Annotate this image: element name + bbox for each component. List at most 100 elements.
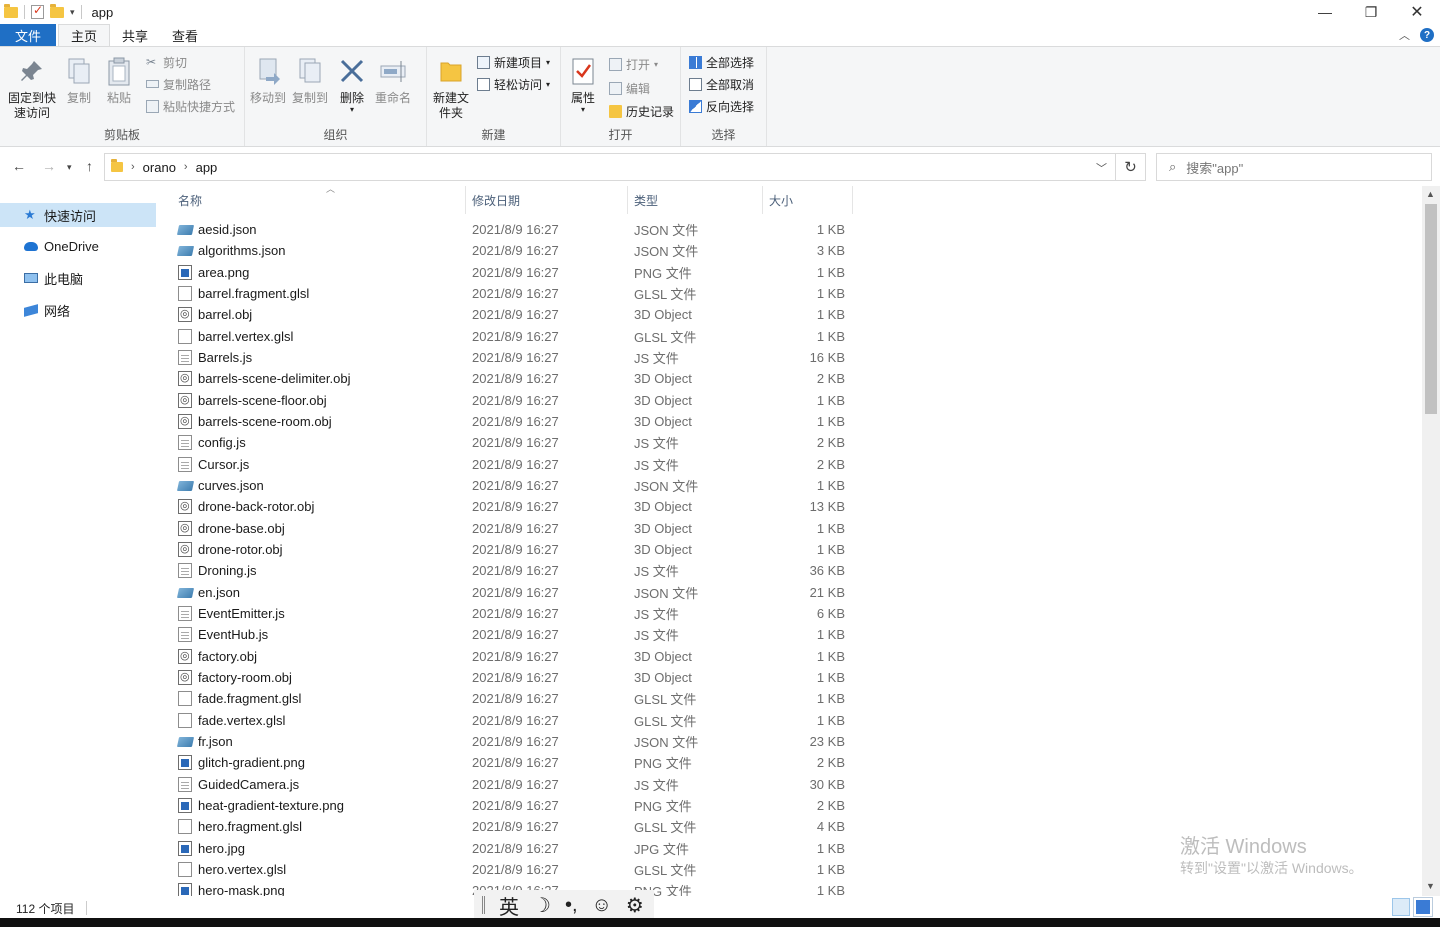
cut-button[interactable]: ✂ 剪切 <box>146 52 187 72</box>
file-row[interactable]: barrel.obj 2021/8/9 16:27 3D Object 1 KB <box>174 304 854 325</box>
forward-arrow-icon[interactable]: → <box>42 158 56 174</box>
file-row[interactable]: drone-rotor.obj 2021/8/9 16:27 3D Object 1 … <box>174 539 854 560</box>
breadcrumb-orano[interactable]: orano <box>143 160 176 175</box>
file-type: GLSL 文件 <box>634 820 697 836</box>
paste-shortcut-button[interactable]: 粘贴快捷方式 <box>146 96 235 116</box>
column-header-name[interactable]: 名称 ︿ <box>172 186 466 214</box>
file-row[interactable]: config.js 2021/8/9 16:27 JS 文件 2 KB <box>174 432 854 453</box>
select-none-button[interactable]: 全部取消 <box>689 74 754 94</box>
file-row[interactable]: fade.vertex.glsl 2021/8/9 16:27 GLSL 文件 1 K… <box>174 710 854 731</box>
ime-settings-icon[interactable]: ⚙ <box>626 893 644 918</box>
file-row[interactable]: Cursor.js 2021/8/9 16:27 JS 文件 2 KB <box>174 454 854 475</box>
file-row[interactable]: area.png 2021/8/9 16:27 PNG 文件 1 KB <box>174 262 854 283</box>
copy-path-button[interactable]: 复制路径 <box>146 74 211 94</box>
file-row[interactable]: hero.jpg 2021/8/9 16:27 JPG 文件 1 KB <box>174 838 854 859</box>
breadcrumb-separator-icon[interactable]: › <box>131 161 135 173</box>
select-none-label: 全部取消 <box>706 77 755 92</box>
delete-dropdown-icon[interactable]: ▾ <box>350 106 354 114</box>
edit-button[interactable]: 编辑 <box>609 78 650 98</box>
refresh-icon[interactable]: ↻ <box>1116 153 1146 181</box>
recent-locations-icon[interactable]: ▾ <box>67 162 72 173</box>
file-row[interactable]: drone-base.obj 2021/8/9 16:27 3D Object 1 K… <box>174 518 854 539</box>
file-row[interactable]: curves.json 2021/8/9 16:27 JSON 文件 1 KB <box>174 475 854 496</box>
file-row[interactable]: fr.json 2021/8/9 16:27 JSON 文件 23 KB <box>174 731 854 752</box>
column-header-type[interactable]: 类型 <box>628 186 763 214</box>
large-icons-view-icon[interactable] <box>1413 897 1433 917</box>
address-dropdown-icon[interactable]: ﹀ <box>1096 160 1107 176</box>
nav-item-this-pc[interactable]: 此电脑 <box>0 266 156 290</box>
vertical-scrollbar[interactable]: ▲ ▼ <box>1422 186 1440 896</box>
column-header-date[interactable]: 修改日期 <box>466 186 628 214</box>
ime-moon-icon[interactable]: ☽ <box>533 893 551 918</box>
file-row[interactable]: barrel.fragment.glsl 2021/8/9 16:27 GLSL 文… <box>174 283 854 304</box>
file-row[interactable]: hero.vertex.glsl 2021/8/9 16:27 GLSL 文件 1 K… <box>174 859 854 880</box>
scrollbar-thumb[interactable] <box>1425 204 1437 414</box>
customize-quick-access-icon[interactable]: ▾ <box>70 7 75 18</box>
file-name-cell: EventHub.js <box>178 627 458 643</box>
new-folder-button[interactable]: 新建文件夹 <box>431 55 471 121</box>
scroll-down-icon[interactable]: ▼ <box>1426 881 1435 891</box>
file-row[interactable]: barrel.vertex.glsl 2021/8/9 16:27 GLSL 文件 1… <box>174 326 854 347</box>
tab-view[interactable]: 查看 <box>160 24 210 46</box>
file-row[interactable]: algorithms.json 2021/8/9 16:27 JSON 文件 3 KB <box>174 240 854 261</box>
paste-button[interactable]: 粘贴 <box>102 55 136 106</box>
nav-item-onedrive[interactable]: OneDrive <box>0 234 156 258</box>
file-row[interactable]: fade.fragment.glsl 2021/8/9 16:27 GLSL 文件 1… <box>174 688 854 709</box>
invert-selection-button[interactable]: 反向选择 <box>689 96 754 116</box>
file-row[interactable]: glitch-gradient.png 2021/8/9 16:27 PNG 文件 2… <box>174 752 854 773</box>
file-row[interactable]: barrels-scene-delimiter.obj 2021/8/9 16:2… <box>174 368 854 389</box>
pin-to-quick-access-button[interactable]: 固定到快速访问 <box>6 55 58 121</box>
new-folder-quick-icon[interactable] <box>50 3 64 18</box>
ime-punctuation-icon[interactable]: •, <box>565 894 578 917</box>
up-arrow-icon[interactable]: ↑ <box>86 158 93 174</box>
copy-to-button[interactable]: 复制到 <box>291 55 329 106</box>
address-bar[interactable]: › orano › app ﹀ <box>104 153 1116 181</box>
tab-home[interactable]: 主页 <box>58 24 110 46</box>
file-row[interactable]: Barrels.js 2021/8/9 16:27 JS 文件 16 KB <box>174 347 854 368</box>
file-row[interactable]: Droning.js 2021/8/9 16:27 JS 文件 36 KB <box>174 560 854 581</box>
copy-button[interactable]: 复制 <box>62 55 96 106</box>
tab-file[interactable]: 文件 <box>0 24 56 46</box>
back-arrow-icon[interactable]: ← <box>12 158 26 174</box>
new-item-button[interactable]: 新建项目 ▾ <box>477 52 550 72</box>
close-button[interactable]: ✕ <box>1394 0 1440 24</box>
nav-item-network[interactable]: 网络 <box>0 298 156 322</box>
ime-emoji-icon[interactable]: ☺ <box>592 894 612 917</box>
file-row[interactable]: heat-gradient-texture.png 2021/8/9 16:27 P… <box>174 795 854 816</box>
file-row[interactable]: aesid.json 2021/8/9 16:27 JSON 文件 1 KB <box>174 219 854 240</box>
history-button[interactable]: 历史记录 <box>609 101 674 121</box>
file-row[interactable]: GuidedCamera.js 2021/8/9 16:27 JS 文件 30 KB <box>174 774 854 795</box>
open-button[interactable]: 打开 ▾ <box>609 54 658 74</box>
search-box[interactable]: ⌕ 搜索"app" <box>1156 153 1432 181</box>
column-header-size[interactable]: 大小 <box>763 186 853 214</box>
help-icon[interactable]: ? <box>1420 28 1434 42</box>
nav-item-quick-access[interactable]: ★ 快速访问 <box>0 203 156 227</box>
ime-language-toggle[interactable]: 英 <box>499 891 519 920</box>
properties-button[interactable]: 属性 ▾ <box>567 55 599 114</box>
move-to-button[interactable]: 移动到 <box>249 55 287 106</box>
easy-access-button[interactable]: 轻松访问 ▾ <box>477 74 550 94</box>
breadcrumb-app[interactable]: app <box>196 160 218 175</box>
tab-share[interactable]: 共享 <box>110 24 160 46</box>
file-row[interactable]: en.json 2021/8/9 16:27 JSON 文件 21 KB <box>174 582 854 603</box>
properties-quick-icon[interactable] <box>31 3 44 19</box>
select-all-button[interactable]: 全部选择 <box>689 52 754 72</box>
file-row[interactable]: hero.fragment.glsl 2021/8/9 16:27 GLSL 文件 4… <box>174 816 854 837</box>
file-row[interactable]: drone-back-rotor.obj 2021/8/9 16:27 3D Obj… <box>174 496 854 517</box>
file-row[interactable]: barrels-scene-floor.obj 2021/8/9 16:27 3D … <box>174 390 854 411</box>
minimize-button[interactable]: — <box>1302 0 1348 24</box>
file-row[interactable]: EventEmitter.js 2021/8/9 16:27 JS 文件 6 KB <box>174 603 854 624</box>
ime-grip-handle[interactable] <box>482 896 485 914</box>
restore-button[interactable]: ❐ <box>1348 0 1394 24</box>
file-row[interactable]: barrels-scene-room.obj 2021/8/9 16:27 3D O… <box>174 411 854 432</box>
collapse-ribbon-icon[interactable]: ︿ <box>1399 27 1410 43</box>
file-row[interactable]: factory.obj 2021/8/9 16:27 3D Object 1 KB <box>174 646 854 667</box>
rename-button[interactable]: 重命名 <box>373 55 413 106</box>
scroll-up-icon[interactable]: ▲ <box>1426 189 1435 199</box>
properties-dropdown-icon[interactable]: ▾ <box>581 106 585 114</box>
breadcrumb-separator-icon[interactable]: › <box>184 161 188 173</box>
file-row[interactable]: EventHub.js 2021/8/9 16:27 JS 文件 1 KB <box>174 624 854 645</box>
details-view-icon[interactable] <box>1392 898 1410 916</box>
delete-button[interactable]: 删除 ▾ <box>337 55 367 114</box>
file-row[interactable]: factory-room.obj 2021/8/9 16:27 3D Object 1… <box>174 667 854 688</box>
